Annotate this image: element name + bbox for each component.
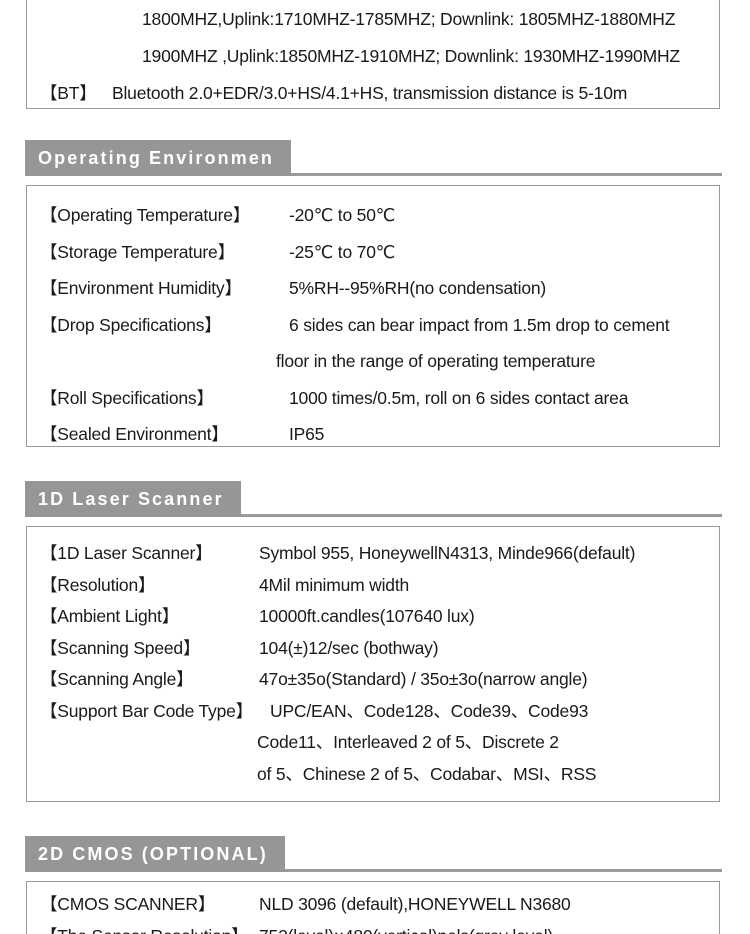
table-row: 【Environment Humidity】 5%RH--95%RH(no co…	[27, 261, 719, 298]
row-label-scanning-speed: 【Scanning Speed】	[40, 637, 201, 658]
table-row: 【Roll Specifications】 1000 times/0.5m, r…	[27, 371, 719, 408]
row-label-operating-temperature: 【Operating Temperature】	[40, 205, 251, 225]
wireless-continuation-row: 1900MHZ ,Uplink:1850MHZ-1910MHZ; Downlin…	[27, 29, 719, 66]
bluetooth-value: Bluetooth 2.0+EDR/3.0+HS/4.1+HS, transmi…	[112, 83, 628, 103]
section-header-1d-laser-scanner: 1D Laser Scanner	[25, 481, 722, 517]
row-value-support-bar-code-type: UPC/EAN、Code128、Code39、Code93	[270, 700, 589, 721]
row-label-sensor-resolution: 【The Sensor Resolution】	[40, 927, 259, 934]
table-row: 【Resolution】 4Mil minimum width	[27, 563, 719, 595]
table-row: 【Scanning Speed】 104(±)12/sec (bothway)	[27, 626, 719, 658]
section-tab-label-operating: Operating Environmen	[25, 140, 292, 176]
row-value-operating-temperature: -20℃ to 50℃	[289, 205, 396, 225]
table-row-continuation: floor in the range of operating temperat…	[27, 334, 719, 371]
row-value-environment-humidity: 5%RH--95%RH(no condensation)	[289, 278, 547, 298]
table-row: 【Operating Temperature】 -20℃ to 50℃	[27, 186, 719, 225]
row-value-sensor-resolution: 752(level)×480(vertical)pels(grey level)	[259, 927, 553, 934]
table-row-continuation: of 5、Chinese 2 of 5、Codabar、MSI、RSS	[27, 752, 719, 784]
row-label-sealed-environment: 【Sealed Environment】	[40, 424, 229, 444]
cmos-spec-box: 【CMOS SCANNER】 NLD 3096 (default),HONEYW…	[26, 881, 720, 934]
operating-environment-spec-box: 【Operating Temperature】 -20℃ to 50℃ 【Sto…	[26, 185, 720, 447]
table-row: 【Ambient Light】 10000ft.candles(107640 l…	[27, 594, 719, 626]
row-label-drop-specifications: 【Drop Specifications】	[40, 314, 222, 335]
row-label-ambient-light: 【Ambient Light】	[40, 606, 180, 626]
row-label-environment-humidity: 【Environment Humidity】	[40, 278, 242, 298]
laser-scanner-spec-box: 【1D Laser Scanner】 Symbol 955, Honeywell…	[26, 526, 720, 802]
row-value-roll-specifications: 1000 times/0.5m, roll on 6 sides contact…	[289, 387, 629, 408]
row-value-1d-laser-scanner: Symbol 955, HoneywellN4313, Minde966(def…	[259, 543, 636, 563]
row-label-resolution: 【Resolution】	[40, 574, 156, 595]
row-label-scanning-angle: 【Scanning Angle】	[40, 669, 194, 689]
table-row: 【Storage Temperature】 -25℃ to 70℃	[27, 225, 719, 262]
spec-sheet-page: 1800MHZ,Uplink:1710MHZ-1785MHZ; Downlink…	[0, 0, 750, 934]
bluetooth-row: 【BT】 Bluetooth 2.0+EDR/3.0+HS/4.1+HS, tr…	[27, 65, 719, 103]
section-tab-label-cmos: 2D CMOS (OPTIONAL)	[25, 836, 285, 872]
wireless-spec-box: 1800MHZ,Uplink:1710MHZ-1785MHZ; Downlink…	[26, 0, 720, 109]
section-header-2d-cmos-optional: 2D CMOS (OPTIONAL)	[25, 836, 722, 872]
row-label-cmos-scanner: 【CMOS SCANNER】	[40, 894, 216, 914]
table-row: 【Support Bar Code Type】 UPC/EAN、Code128、…	[27, 689, 719, 721]
row-value-bar-code-type-cont-1: Code11、Interleaved 2 of 5、Discrete 2	[257, 732, 559, 752]
row-value-bar-code-type-cont-2: of 5、Chinese 2 of 5、Codabar、MSI、RSS	[257, 763, 597, 784]
section-header-operating-environment: Operating Environmen	[25, 140, 722, 176]
row-value-scanning-speed: 104(±)12/sec (bothway)	[259, 637, 439, 658]
row-label-storage-temperature: 【Storage Temperature】	[40, 241, 235, 262]
table-row: 【The Sensor Resolution】 752(level)×480(v…	[27, 914, 719, 934]
table-row-continuation: Code11、Interleaved 2 of 5、Discrete 2	[27, 720, 719, 752]
row-label-roll-specifications: 【Roll Specifications】	[40, 387, 214, 408]
row-value-sealed-environment: IP65	[289, 424, 325, 444]
row-value-scanning-angle: 47o±35o(Standard) / 35o±3o(narrow angle)	[259, 669, 588, 689]
row-value-drop-specifications-cont: floor in the range of operating temperat…	[276, 351, 596, 371]
table-row: 【CMOS SCANNER】 NLD 3096 (default),HONEYW…	[27, 882, 719, 914]
table-row: 【Scanning Angle】 47o±35o(Standard) / 35o…	[27, 657, 719, 689]
row-value-cmos-scanner: NLD 3096 (default),HONEYWELL N3680	[259, 894, 571, 914]
table-row: 【Drop Specifications】 6 sides can bear i…	[27, 298, 719, 335]
table-row: 【1D Laser Scanner】 Symbol 955, Honeywell…	[27, 527, 719, 563]
row-value-storage-temperature: -25℃ to 70℃	[289, 241, 396, 262]
wireless-continuation-row: 1800MHZ,Uplink:1710MHZ-1785MHZ; Downlink…	[27, 0, 719, 29]
wireless-continuation-text-2: 1900MHZ ,Uplink:1850MHZ-1910MHZ; Downlin…	[142, 45, 680, 66]
row-value-resolution: 4Mil minimum width	[259, 574, 410, 595]
section-tab-label-laser: 1D Laser Scanner	[25, 481, 241, 517]
table-row: 【Sealed Environment】 IP65	[27, 407, 719, 444]
row-label-support-bar-code-type: 【Support Bar Code Type】	[40, 700, 253, 721]
row-label-1d-laser-scanner: 【1D Laser Scanner】	[40, 543, 213, 563]
bluetooth-label: 【BT】	[40, 83, 97, 103]
row-value-drop-specifications: 6 sides can bear impact from 1.5m drop t…	[289, 314, 670, 335]
wireless-continuation-text-1: 1800MHZ,Uplink:1710MHZ-1785MHZ; Downlink…	[142, 9, 676, 29]
row-value-ambient-light: 10000ft.candles(107640 lux)	[259, 606, 475, 626]
